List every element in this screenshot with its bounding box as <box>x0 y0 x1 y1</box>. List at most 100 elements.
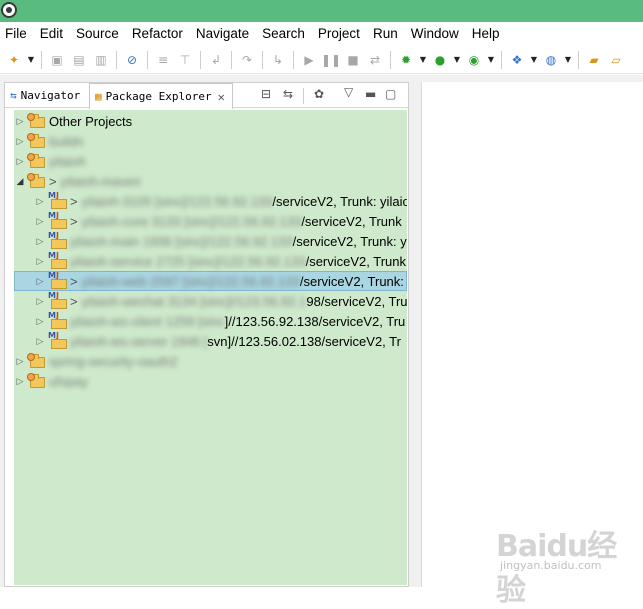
menu-run[interactable]: Run <box>368 26 406 41</box>
working-set-folder-icon <box>27 373 46 388</box>
tree-item-label: yilaioh-service 2725 [sinc]/122.56.92.13… <box>70 253 306 269</box>
expand-arrow-icon[interactable]: ▷ <box>34 196 46 207</box>
tree-item[interactable]: ▷ MJ > yilaioh-wechat 3134 [sinc]//123.5… <box>14 291 407 311</box>
open-task-icon[interactable]: ▱ <box>607 51 625 69</box>
menu-bar: File Edit Source Refactor Navigate Searc… <box>0 22 643 44</box>
toolbar-separator <box>147 50 148 69</box>
terminate-icon[interactable]: ■ <box>344 51 362 69</box>
toolbar-separator <box>390 50 391 69</box>
menu-source[interactable]: Source <box>71 26 127 41</box>
tree-item-suffix: /serviceV2, Trunk: <box>299 273 404 289</box>
tree-item[interactable]: ▷ ufopay <box>14 371 407 391</box>
step-return-icon[interactable]: ↳ <box>269 51 287 69</box>
tree-item[interactable]: ▷ MJ yilaioh-ws-server 1946 [ svn]//123.… <box>14 331 407 351</box>
menu-file[interactable]: File <box>0 26 35 41</box>
save-icon[interactable]: ▣ <box>48 51 66 69</box>
new-java-project-dropdown-icon[interactable]: ▼ <box>530 51 538 69</box>
menu-navigate[interactable]: Navigate <box>191 26 257 41</box>
menu-project[interactable]: Project <box>313 26 368 41</box>
disconnect-icon[interactable]: ⇄ <box>366 51 384 69</box>
working-set-folder-icon <box>27 113 46 128</box>
editor-area[interactable] <box>421 82 643 587</box>
step-into-icon[interactable]: ↲ <box>207 51 225 69</box>
watermark-logo: Baidu经验 jingyan.baidu.com <box>496 515 636 608</box>
collapse-arrow-icon[interactable]: ◢ <box>14 176 26 187</box>
menu-help[interactable]: Help <box>467 26 508 41</box>
expand-arrow-icon[interactable]: ▷ <box>34 316 46 327</box>
expand-arrow-icon[interactable]: ▷ <box>14 136 26 147</box>
tree-item[interactable]: ▷ yilaioh <box>14 151 407 171</box>
run-dropdown-icon[interactable]: ▼ <box>453 51 461 69</box>
tree-item-label: yilaioh-core 3133 [sinc]/122.56.92.133 <box>81 213 302 229</box>
debug-dropdown-icon[interactable]: ▼ <box>419 51 427 69</box>
package-explorer-icon: ▦ <box>95 90 102 103</box>
suspend-icon[interactable]: ❚❚ <box>321 51 341 69</box>
tree-item[interactable]: ▷ MJ yilaioh-ws-client 1259 [sinc ]//123… <box>14 311 407 331</box>
new-java-class-icon[interactable]: ◍ <box>542 51 560 69</box>
save-all-icon[interactable]: ▤ <box>70 51 88 69</box>
expand-arrow-icon[interactable]: ▷ <box>34 236 46 247</box>
tree-item[interactable]: ▷ spring-security-oauth2 <box>14 351 407 371</box>
expand-arrow-icon[interactable]: ▷ <box>34 276 46 287</box>
maven-project-icon: MJ <box>48 251 68 269</box>
debug-icon[interactable]: ✹ <box>397 51 415 69</box>
tree-item-suffix: ]//123.56.92.138/serviceV2, Tru <box>224 313 406 329</box>
tab-package-explorer[interactable]: ▦ Package Explorer ✕ <box>89 83 233 109</box>
focus-on-workset-icon[interactable]: ✿ <box>314 87 324 101</box>
expand-arrow-icon[interactable]: ▷ <box>34 336 46 347</box>
maximize-icon[interactable]: ▢ <box>385 87 396 101</box>
new-dropdown-icon[interactable]: ▼ <box>27 51 35 69</box>
expand-arrow-icon[interactable]: ▷ <box>34 296 46 307</box>
tree-item[interactable]: ▷ MJ yilaioh-main 1936 [sinc]/122.56.92.… <box>14 231 407 251</box>
navigator-icon: ⇆ <box>10 89 17 102</box>
expand-arrow-icon[interactable]: ▷ <box>34 256 46 267</box>
maven-project-icon: MJ <box>48 211 68 229</box>
tree-item[interactable]: ▷ buildn <box>14 131 407 151</box>
tree-item[interactable]: ◢ > yilaioh-maven <box>14 171 407 191</box>
tree-item[interactable]: ▷ MJ > yilaioh-core 3133 [sinc]/122.56.9… <box>14 211 407 231</box>
expand-arrow-icon[interactable]: ▷ <box>14 156 26 167</box>
tab-navigator-label: Navigator <box>20 89 81 102</box>
external-tools-icon[interactable]: ◉ <box>465 51 483 69</box>
use-step-filters-icon[interactable]: ≡ <box>154 51 172 69</box>
print-icon[interactable]: ▥ <box>92 51 110 69</box>
collapse-all-icon[interactable]: ⊟ <box>261 87 271 101</box>
drop-to-frame-icon[interactable]: ⊤ <box>176 51 194 69</box>
close-icon[interactable]: ✕ <box>218 90 225 104</box>
tree-item-label: yilaioh-wechat 3134 [sinc]//123.56.92.1 <box>81 293 307 309</box>
tree-item-label: yilaioh-3105 [sinc]/122.56.92.133 <box>81 193 273 209</box>
tree-item[interactable]: ▷ Other Projects <box>14 111 407 131</box>
expand-arrow-icon[interactable]: ▷ <box>14 116 26 127</box>
tree-item[interactable]: ▷ MJ > yilaioh-3105 [sinc]/122.56.92.133… <box>14 191 407 211</box>
eclipse-app-icon[interactable] <box>1 2 17 18</box>
external-tools-dropdown-icon[interactable]: ▼ <box>487 51 495 69</box>
expand-arrow-icon[interactable]: ▷ <box>14 356 26 367</box>
minimize-icon[interactable]: ▬ <box>365 87 376 101</box>
tree-item-suffix: /serviceV2, Trunk: y <box>292 233 407 249</box>
tree-item-selected[interactable]: ▷ MJ > yilaioh-web 2597 [sinc]/122.56.92… <box>14 271 407 291</box>
maven-project-icon: MJ <box>48 291 68 309</box>
new-java-class-dropdown-icon[interactable]: ▼ <box>564 51 572 69</box>
open-type-icon[interactable]: ▰ <box>585 51 603 69</box>
menu-search[interactable]: Search <box>257 26 313 41</box>
menu-window[interactable]: Window <box>406 26 467 41</box>
menu-edit[interactable]: Edit <box>35 26 71 41</box>
tree-item-suffix: svn]//123.56.02.138/serviceV2, Tr <box>207 333 401 349</box>
step-over-icon[interactable]: ↷ <box>238 51 256 69</box>
view-menu-icon[interactable]: ▽ <box>344 85 353 99</box>
new-icon[interactable]: ✦ <box>5 51 23 69</box>
menu-refactor[interactable]: Refactor <box>127 26 191 41</box>
dirty-marker: > <box>49 173 57 189</box>
run-icon[interactable]: ● <box>431 51 449 69</box>
tree-item[interactable]: ▷ MJ yilaioh-service 2725 [sinc]/122.56.… <box>14 251 407 271</box>
skip-breakpoints-icon[interactable]: ⊘ <box>123 51 141 69</box>
resume-icon[interactable]: ▶ <box>300 51 318 69</box>
package-explorer-view: ⇆ Navigator ▦ Package Explorer ✕ ⊟ ⇆ ✿ ▽… <box>4 82 409 587</box>
expand-arrow-icon[interactable]: ▷ <box>34 216 46 227</box>
link-with-editor-icon[interactable]: ⇆ <box>283 87 293 101</box>
new-java-project-icon[interactable]: ❖ <box>508 51 526 69</box>
tab-navigator[interactable]: ⇆ Navigator <box>5 83 89 108</box>
expand-arrow-icon[interactable]: ▷ <box>14 376 26 387</box>
toolbar-separator <box>200 50 201 69</box>
tree-item-label: yilaioh <box>49 153 86 169</box>
